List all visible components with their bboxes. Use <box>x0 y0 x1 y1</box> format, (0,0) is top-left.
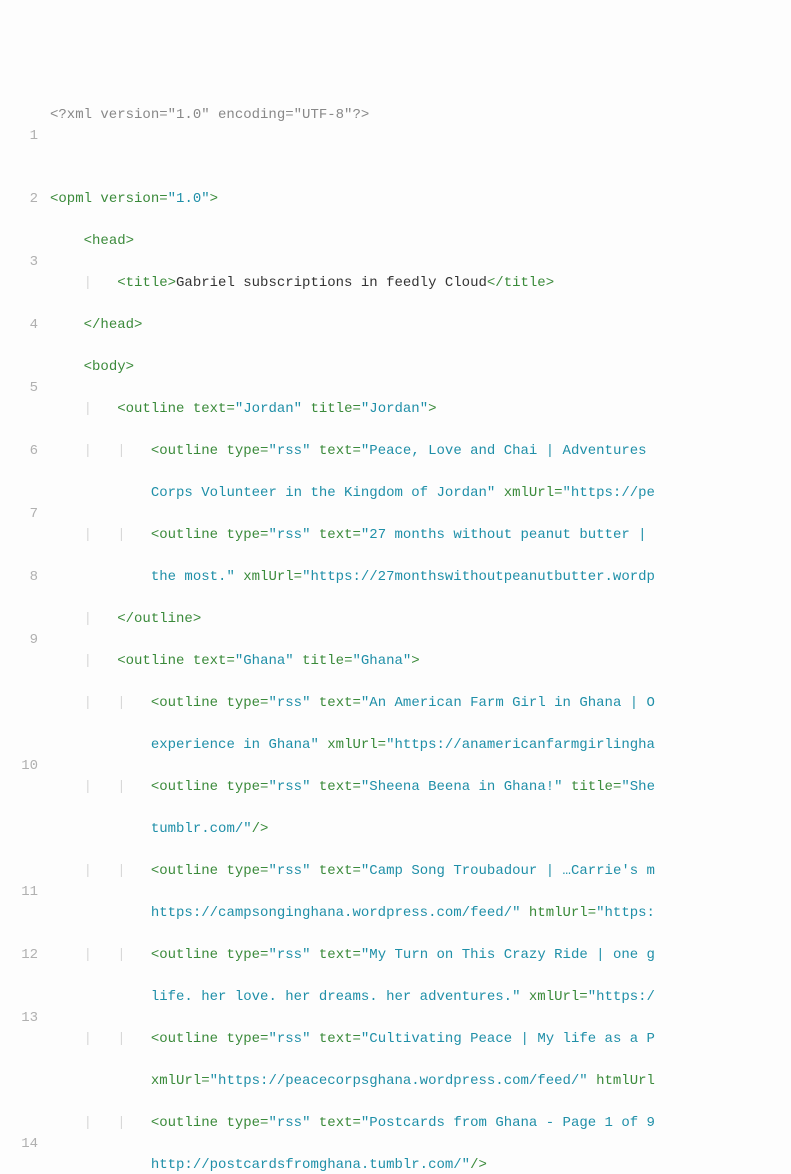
code-line[interactable]: http://postcardsfromghana.tumblr.com/"/> <box>50 1155 791 1174</box>
code-line[interactable]: | | <outline type="rss" text="My Turn on… <box>50 945 791 966</box>
code-line[interactable]: the most." xmlUrl="https://27monthswitho… <box>50 567 791 588</box>
line-number: 12 <box>0 945 38 966</box>
code-line[interactable]: https://campsonginghana.wordpress.com/fe… <box>50 903 791 924</box>
code-line[interactable]: tumblr.com/"/> <box>50 819 791 840</box>
line-number <box>0 693 38 714</box>
code-line[interactable]: life. her love. her dreams. her adventur… <box>50 987 791 1008</box>
code-line[interactable]: | | <outline type="rss" text="Cultivatin… <box>50 1029 791 1050</box>
code-line[interactable]: <?xml version="1.0" encoding="UTF-8"?> <box>50 105 791 126</box>
code-line[interactable]: | <outline text="Jordan" title="Jordan"> <box>50 399 791 420</box>
line-number: 13 <box>0 1008 38 1029</box>
code-editor[interactable]: 1 2 3 4 5 6 7 8 9 10 11 12 13 14 15 16 1… <box>0 84 791 1174</box>
line-number <box>0 1071 38 1092</box>
code-line[interactable]: <opml version="1.0"> <box>50 189 791 210</box>
code-line[interactable]: | | <outline type="rss" text="27 months … <box>50 525 791 546</box>
line-number: 14 <box>0 1134 38 1155</box>
line-number: 4 <box>0 315 38 336</box>
code-line[interactable]: experience in Ghana" xmlUrl="https://ana… <box>50 735 791 756</box>
line-number: 2 <box>0 189 38 210</box>
code-line[interactable] <box>50 147 791 168</box>
code-line[interactable]: <body> <box>50 357 791 378</box>
code-line[interactable]: Corps Volunteer in the Kingdom of Jordan… <box>50 483 791 504</box>
line-number: 1 <box>0 126 38 147</box>
line-number: 3 <box>0 252 38 273</box>
line-number-gutter: 1 2 3 4 5 6 7 8 9 10 11 12 13 14 15 16 1… <box>0 84 50 1174</box>
code-line[interactable]: | </outline> <box>50 609 791 630</box>
code-line[interactable]: | | <outline type="rss" text="Peace, Lov… <box>50 441 791 462</box>
code-line[interactable]: </head> <box>50 315 791 336</box>
code-line[interactable]: | <outline text="Ghana" title="Ghana"> <box>50 651 791 672</box>
code-line[interactable]: xmlUrl="https://peacecorpsghana.wordpres… <box>50 1071 791 1092</box>
line-number: 8 <box>0 567 38 588</box>
code-line[interactable]: | | <outline type="rss" text="An America… <box>50 693 791 714</box>
line-number: 7 <box>0 504 38 525</box>
line-number: 6 <box>0 441 38 462</box>
line-number <box>0 819 38 840</box>
code-line[interactable]: | <title>Gabriel subscriptions in feedly… <box>50 273 791 294</box>
line-number: 5 <box>0 378 38 399</box>
code-line[interactable]: <head> <box>50 231 791 252</box>
code-line[interactable]: | | <outline type="rss" text="Sheena Bee… <box>50 777 791 798</box>
code-line[interactable]: | | <outline type="rss" text="Camp Song … <box>50 861 791 882</box>
code-area[interactable]: <?xml version="1.0" encoding="UTF-8"?> <… <box>50 84 791 1174</box>
line-number: 10 <box>0 756 38 777</box>
line-number: 11 <box>0 882 38 903</box>
line-number: 9 <box>0 630 38 651</box>
code-line[interactable]: | | <outline type="rss" text="Postcards … <box>50 1113 791 1134</box>
